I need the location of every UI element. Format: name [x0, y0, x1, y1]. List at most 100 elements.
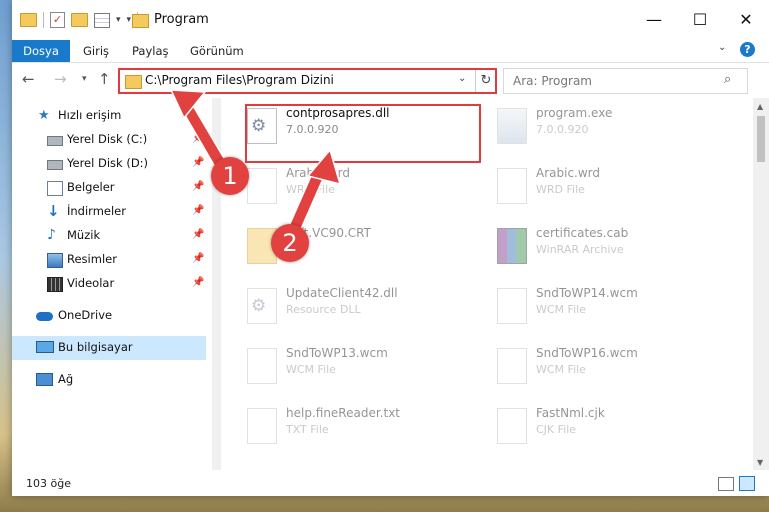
file-item[interactable]: Arabic.wrd WRD File: [472, 162, 712, 212]
toolbar-divider: [43, 12, 44, 28]
drive-icon: [47, 136, 63, 146]
sidebar-scrollbar[interactable]: [212, 98, 221, 470]
file-icon: [497, 288, 527, 324]
file-item[interactable]: program.exe 7.0.0.920: [472, 102, 712, 152]
file-name: UpdateClient42.dll: [286, 286, 398, 300]
title-bar: ✓ ▾ ▾ Program — ☐ ✕: [12, 0, 769, 40]
sidebar-item-label: Müzik: [67, 228, 101, 242]
file-item[interactable]: Arabic.wrd WRD File: [222, 162, 462, 212]
drive-icon: [47, 160, 63, 170]
videos-icon: [47, 277, 63, 292]
title-folder-icon: [132, 14, 149, 28]
chevron-down-icon[interactable]: ⌄: [718, 42, 726, 53]
file-name: help.fineReader.txt: [286, 406, 400, 420]
computer-icon: [36, 341, 54, 353]
sidebar-item-this-pc[interactable]: Bu bilgisayar: [12, 336, 206, 360]
file-name: SndToWP14.wcm: [536, 286, 638, 300]
pin-icon[interactable]: 📌: [192, 157, 204, 168]
sidebar-item-documents[interactable]: Belgeler 📌: [12, 176, 206, 200]
sidebar-item-local-disk-c[interactable]: Yerel Disk (C:) 📌: [12, 128, 206, 152]
file-item[interactable]: SndToWP14.wcm WCM File: [472, 282, 712, 332]
file-type: WRD File: [536, 183, 585, 196]
search-placeholder[interactable]: Ara: Program: [513, 74, 592, 88]
address-path[interactable]: C:\Program Files\Program Dizini: [145, 73, 334, 87]
exe-file-icon: [497, 108, 527, 144]
qat-dropdown-icon[interactable]: ▾: [116, 15, 121, 25]
file-icon: [497, 168, 527, 204]
sidebar-item-quick-access[interactable]: ★ Hızlı erişim: [12, 104, 206, 128]
sidebar-item-music[interactable]: ♪ Müzik 📌: [12, 224, 206, 248]
search-box[interactable]: Ara: Program ⌕: [503, 68, 748, 94]
scroll-up-icon[interactable]: ▲: [757, 102, 763, 111]
large-icons-view-icon[interactable]: [739, 476, 755, 491]
pin-icon[interactable]: 📌: [192, 253, 204, 264]
back-arrow-icon[interactable]: ←: [22, 70, 35, 88]
file-name: SndToWP16.wcm: [536, 346, 638, 360]
item-count: 103 öğe: [26, 477, 71, 490]
tab-dosya[interactable]: Dosya: [12, 40, 70, 62]
sidebar-item-label: Resimler: [67, 252, 117, 266]
file-item[interactable]: SndToWP16.wcm WCM File: [472, 342, 712, 392]
file-item[interactable]: soft.VC90.CRT 920: [222, 222, 462, 272]
sidebar-item-onedrive[interactable]: OneDrive: [12, 304, 206, 328]
sidebar-item-network[interactable]: Ağ: [12, 368, 206, 392]
scrollbar-thumb[interactable]: [757, 116, 765, 162]
scroll-down-icon[interactable]: ▼: [757, 458, 763, 467]
sidebar-item-label: Yerel Disk (C:): [67, 132, 148, 146]
file-type: WCM File: [286, 363, 336, 376]
sidebar-item-label: Yerel Disk (D:): [67, 156, 149, 170]
properties-icon[interactable]: [94, 12, 110, 28]
address-bar[interactable]: C:\Program Files\Program Dizini ⌄ ↻: [118, 68, 497, 94]
sidebar-item-pictures[interactable]: Resimler 📌: [12, 248, 206, 272]
pin-icon[interactable]: 📌: [192, 133, 204, 144]
quick-access-toolbar: ✓ ▾ ▾: [20, 12, 139, 28]
sidebar-item-label: Hızlı erişim: [58, 108, 122, 122]
file-item[interactable]: UpdateClient42.dll Resource DLL: [222, 282, 462, 332]
chevron-down-icon[interactable]: ⌄: [458, 73, 466, 84]
help-icon[interactable]: ?: [740, 42, 755, 57]
download-icon: ↓: [47, 202, 60, 220]
refresh-icon[interactable]: ↻: [475, 70, 496, 92]
folder-icon: [125, 75, 142, 89]
pin-icon[interactable]: 📌: [192, 229, 204, 240]
dll-file-icon: [247, 288, 277, 324]
sidebar-item-videos[interactable]: Videolar 📌: [12, 272, 206, 296]
recent-locations-icon[interactable]: ▾: [82, 74, 87, 84]
tab-gorunum[interactable]: Görünüm: [190, 40, 244, 62]
properties-check-icon[interactable]: ✓: [50, 12, 65, 28]
tab-paylas[interactable]: Paylaş: [132, 40, 169, 62]
file-item[interactable]: certificates.cab WinRAR Archive: [472, 222, 712, 272]
file-type: TXT File: [286, 423, 329, 436]
sidebar-item-label: İndirmeler: [67, 204, 126, 218]
file-type: WRD File: [286, 183, 335, 196]
network-icon: [36, 373, 53, 386]
file-item[interactable]: help.fineReader.txt TXT File: [222, 402, 462, 452]
pin-icon[interactable]: 📌: [192, 205, 204, 216]
sidebar-item-downloads[interactable]: ↓ İndirmeler 📌: [12, 200, 206, 224]
ribbon-tabs: Dosya Giriş Paylaş Görünüm ⌄ ?: [12, 40, 769, 63]
details-view-icon[interactable]: [718, 477, 734, 491]
maximize-button[interactable]: ☐: [677, 0, 723, 40]
file-name: Arabic.wrd: [536, 166, 601, 180]
qat-customize-icon[interactable]: ▾: [127, 15, 132, 25]
file-item[interactable]: SndToWP13.wcm WCM File: [222, 342, 462, 392]
close-button[interactable]: ✕: [723, 0, 769, 40]
minimize-button[interactable]: —: [631, 0, 677, 40]
sidebar-item-label: Belgeler: [67, 180, 115, 194]
new-folder-icon[interactable]: [71, 13, 88, 27]
search-icon[interactable]: ⌕: [724, 72, 731, 87]
file-type: WCM File: [536, 303, 586, 316]
sidebar-item-local-disk-d[interactable]: Yerel Disk (D:) 📌: [12, 152, 206, 176]
folder-icon[interactable]: [20, 13, 37, 27]
music-icon: ♪: [47, 227, 56, 243]
sidebar-item-label: Videolar: [67, 276, 115, 290]
content-scrollbar[interactable]: ▲ ▼: [753, 98, 769, 470]
file-icon: [247, 348, 277, 384]
up-arrow-icon[interactable]: ↑: [98, 70, 111, 88]
pin-icon[interactable]: 📌: [192, 181, 204, 192]
file-item[interactable]: FastNml.cjk CJK File: [472, 402, 712, 452]
tab-giris[interactable]: Giriş: [83, 40, 109, 62]
pin-icon[interactable]: 📌: [192, 277, 204, 288]
forward-arrow-icon[interactable]: →: [54, 70, 67, 88]
window-title: Program: [154, 12, 209, 27]
